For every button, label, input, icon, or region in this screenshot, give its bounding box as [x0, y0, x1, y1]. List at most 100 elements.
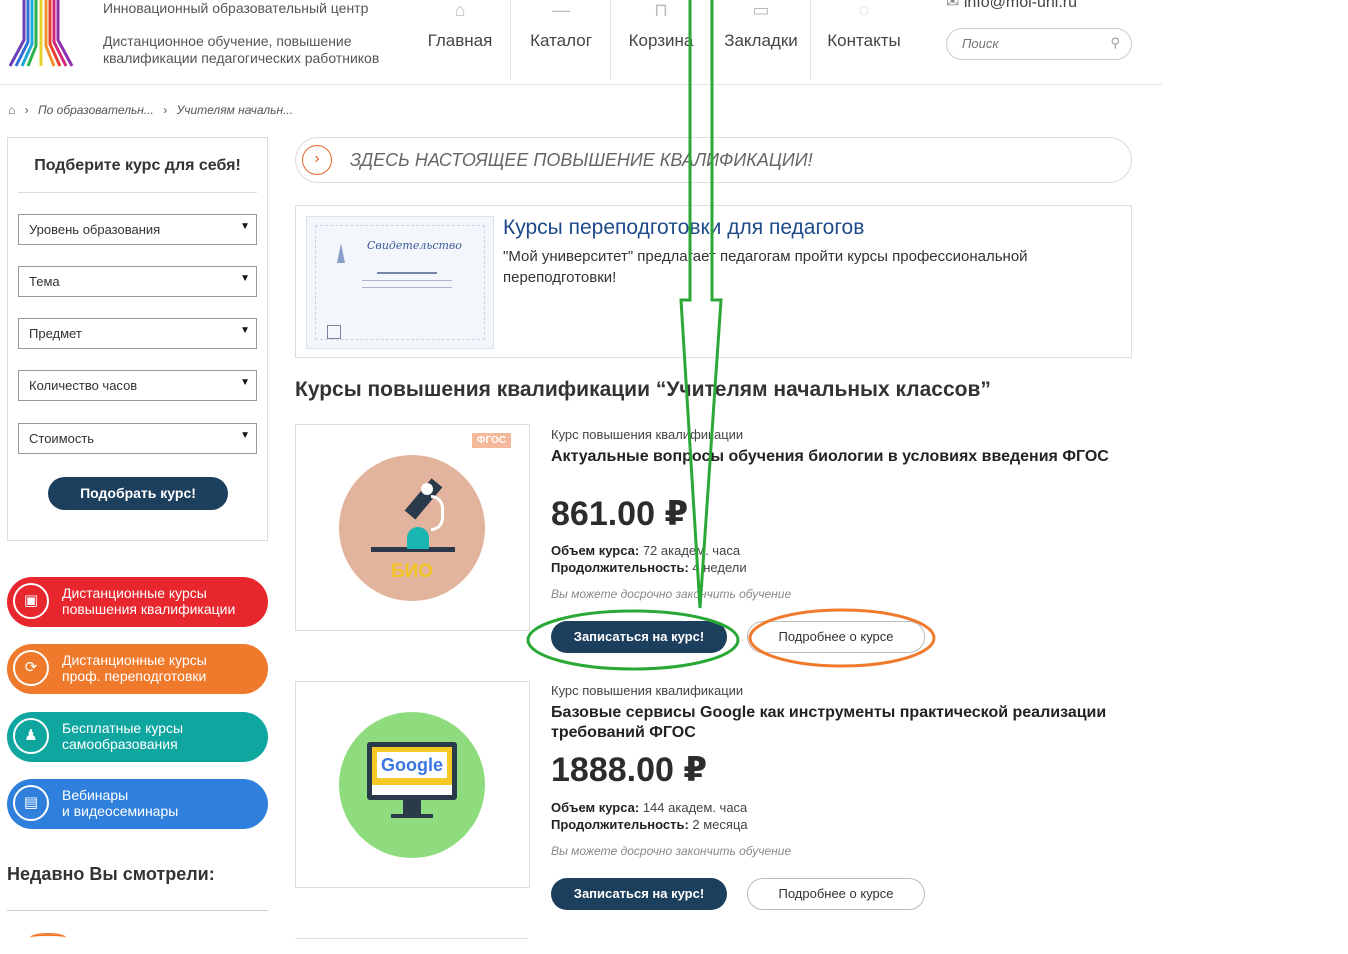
category-label-line1: Вебинары — [62, 787, 129, 803]
duration-value: 2 месяца — [692, 817, 748, 832]
monitor-icon: Google — [339, 712, 485, 858]
dropdown-arrow-icon: ▼ — [240, 377, 250, 388]
slogan-text: ЗДЕСЬ НАСТОЯЩЕЕ ПОВЫШЕНИЕ КВАЛИФИКАЦИИ! — [350, 150, 813, 170]
course-thumbnail[interactable]: БИО ФГОС — [295, 424, 530, 631]
email-text: info@moi-uni.ru — [963, 0, 1078, 11]
nav-contacts[interactable]: ◌ Контакты — [810, 0, 917, 80]
microscope-icon: БИО — [339, 455, 485, 601]
certificate-image: Свидетельство — [306, 216, 494, 349]
header-email[interactable]: ✉ info@moi-uni.ru — [946, 0, 1077, 12]
category-label-line1: Дистанционные курсы — [62, 585, 207, 601]
enroll-button[interactable]: Записаться на курс! — [551, 878, 727, 910]
thumb-label: БИО — [390, 561, 434, 582]
dropdown-arrow-icon: ▼ — [240, 430, 250, 441]
early-finish-note: Вы можете досрочно закончить обучение — [551, 587, 792, 601]
nav-home[interactable]: ⌂ Главная — [410, 0, 510, 80]
chevron-right-icon: › — [302, 145, 332, 175]
filter-divider — [18, 192, 257, 193]
nav-cart-label: Корзина — [628, 31, 694, 50]
breadcrumb-separator: › — [24, 103, 29, 117]
course-type: Курс повышения квалификации — [551, 683, 744, 698]
volume-value: 72 академ. часа — [642, 543, 741, 558]
volume-label: Объем курса: — [551, 800, 640, 815]
enroll-button[interactable]: Записаться на курс! — [551, 621, 727, 653]
breadcrumb-item[interactable]: По образовательн... — [38, 103, 154, 117]
course-title[interactable]: Базовые сервисы Google как инструменты п… — [551, 703, 1111, 743]
breadcrumb-item[interactable]: Учителям начальн... — [177, 103, 293, 117]
book-icon: ▤ — [13, 785, 49, 821]
contacts-icon: ◌ — [858, 0, 870, 20]
nav-home-label: Главная — [427, 31, 493, 50]
site-logo[interactable] — [6, 0, 76, 68]
volume-label: Объем курса: — [551, 543, 640, 558]
nav-catalog-label: Каталог — [530, 31, 592, 50]
course-type: Курс повышения квалификации — [551, 427, 744, 442]
org-subtitle: Инновационный образовательный центр — [103, 0, 369, 16]
course-title[interactable]: Актуальные вопросы обучения биологии в у… — [551, 447, 1111, 467]
category-label-line2: проф. переподготовки — [62, 668, 207, 684]
education-level-select[interactable]: Уровень образования ▼ — [18, 214, 257, 245]
recently-viewed-divider — [7, 910, 268, 911]
cart-icon: ⊓ — [653, 0, 669, 20]
breadcrumb: ⌂ › По образовательн... › Учителям начал… — [8, 103, 299, 117]
course-price: 1888.00 ₽ — [551, 751, 708, 789]
search-icon[interactable]: ⚲ — [1110, 35, 1120, 51]
org-description: Дистанционное обучение, повышение квалиф… — [103, 33, 380, 66]
find-course-button[interactable]: Подобрать курс! — [48, 477, 228, 510]
hours-select[interactable]: Количество часов ▼ — [18, 370, 257, 401]
course-volume: Объем курса: 144 академ. часа — [551, 800, 747, 815]
section-title: Курсы повышения квалификации “Учителям н… — [295, 378, 991, 401]
course-price: 861.00 ₽ — [551, 495, 689, 533]
promo-text: "Мой университет" предлагает педагогам п… — [503, 248, 1028, 286]
nav-bookmarks[interactable]: ▭ Закладки — [710, 0, 811, 80]
course-duration: Продолжительность: 4 недели — [551, 560, 747, 575]
dropdown-arrow-icon: ▼ — [240, 325, 250, 336]
next-course-thumbnail-edge — [295, 938, 528, 939]
student-icon: ♟ — [13, 718, 49, 754]
price-select[interactable]: Стоимость ▼ — [18, 423, 257, 454]
course-details-button[interactable]: Подробнее о курсе — [747, 878, 925, 910]
slogan-banner: › ЗДЕСЬ НАСТОЯЩЕЕ ПОВЫШЕНИЕ КВАЛИФИКАЦИИ… — [295, 137, 1132, 183]
course-thumbnail[interactable]: Google — [295, 681, 530, 888]
course-duration: Продолжительность: 2 месяца — [551, 817, 748, 832]
category-webinars[interactable]: ▤ Вебинары и видеосеминары — [7, 779, 268, 829]
category-label-line1: Дистанционные курсы — [62, 652, 207, 668]
subject-select[interactable]: Предмет ▼ — [18, 318, 257, 349]
category-label-line2: повышения квалификации — [62, 601, 236, 617]
select-value: Предмет — [29, 326, 82, 341]
home-icon: ⌂ — [454, 0, 466, 20]
thumb-label: Google — [377, 752, 447, 778]
recent-course-thumbnail[interactable] — [30, 933, 66, 942]
certificate-heading: Свидетельство — [367, 239, 462, 252]
bookmark-icon: ▭ — [752, 0, 770, 20]
select-value: Количество часов — [29, 378, 138, 393]
topic-select[interactable]: Тема ▼ — [18, 266, 257, 297]
home-icon[interactable]: ⌂ — [8, 103, 15, 117]
recently-viewed-title: Недавно Вы смотрели: — [7, 864, 215, 884]
course-volume: Объем курса: 72 академ. часа — [551, 543, 740, 558]
promo-title[interactable]: Курсы переподготовки для педагогов — [503, 216, 864, 240]
fgos-badge: ФГОС — [471, 433, 511, 448]
duration-value: 4 недели — [692, 560, 747, 575]
dropdown-arrow-icon: ▼ — [240, 273, 250, 284]
category-retraining-courses[interactable]: ⟳ Дистанционные курсы проф. переподготовк… — [7, 644, 268, 694]
retraining-promo[interactable]: Свидетельство Курсы переподготовки для п… — [295, 205, 1132, 358]
category-free-courses[interactable]: ♟ Бесплатные курсы самообразования — [7, 712, 268, 762]
volume-value: 144 академ. часа — [642, 800, 748, 815]
nav-bookmarks-label: Закладки — [724, 31, 798, 50]
course-details-button[interactable]: Подробнее о курсе — [747, 621, 925, 653]
select-value: Тема — [29, 274, 60, 289]
mail-icon: ✉ — [946, 0, 964, 11]
early-finish-note: Вы можете досрочно закончить обучение — [551, 844, 792, 858]
graduation-cap-icon: ⟳ — [13, 650, 49, 686]
category-label-line2: самообразования — [62, 736, 178, 752]
search-input[interactable] — [960, 35, 1104, 52]
search-box[interactable]: ⚲ — [946, 28, 1132, 60]
select-value: Уровень образования — [29, 222, 161, 237]
category-qualification-courses[interactable]: ▣ Дистанционные курсы повышения квалифика… — [7, 577, 268, 627]
filter-title: Подберите курс для себя! — [34, 157, 241, 174]
nav-cart[interactable]: ⊓ Корзина — [610, 0, 711, 80]
nav-contacts-label: Контакты — [827, 31, 901, 50]
catalog-icon: — — [552, 0, 570, 20]
nav-catalog[interactable]: — Каталог — [510, 0, 611, 80]
